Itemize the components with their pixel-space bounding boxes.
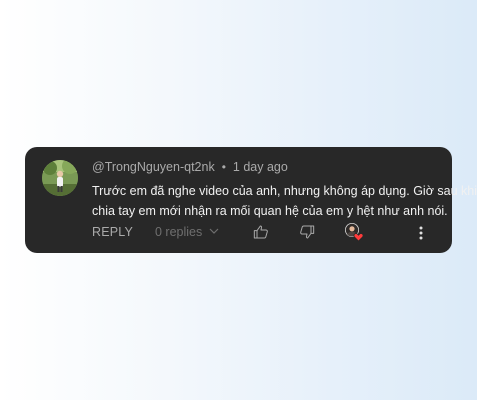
comment-header: @TrongNguyen-qt2nk • 1 day ago — [92, 160, 288, 174]
comment-text: Trước em đã nghe video của anh, nhưng kh… — [92, 181, 477, 221]
replies-count-label: 0 replies — [155, 225, 203, 239]
thumbs-up-icon — [253, 225, 268, 239]
comment-text-line-1: Trước em đã nghe video của anh, nhưng kh… — [92, 184, 477, 198]
comment-text-line-2: chia tay em mới nhận ra mối quan hệ của … — [92, 204, 448, 218]
reply-button[interactable]: REPLY — [92, 225, 133, 239]
more-vertical-icon — [419, 226, 423, 240]
comment-actions: REPLY 0 replies — [92, 222, 442, 246]
like-button[interactable] — [253, 224, 269, 245]
view-replies-button[interactable]: 0 replies — [155, 225, 219, 239]
chevron-down-icon — [209, 228, 219, 235]
thumbs-down-icon — [300, 225, 315, 239]
creator-heart-icon — [344, 222, 364, 242]
more-options-button[interactable] — [413, 225, 429, 246]
comment-username[interactable]: @TrongNguyen-qt2nk — [92, 160, 215, 174]
user-avatar[interactable] — [42, 160, 78, 196]
dislike-button[interactable] — [299, 224, 315, 245]
comment-timestamp[interactable]: 1 day ago — [233, 160, 288, 174]
comment-card: @TrongNguyen-qt2nk • 1 day ago Trước em đã… — [25, 147, 477, 253]
separator-dot: • — [221, 160, 226, 174]
